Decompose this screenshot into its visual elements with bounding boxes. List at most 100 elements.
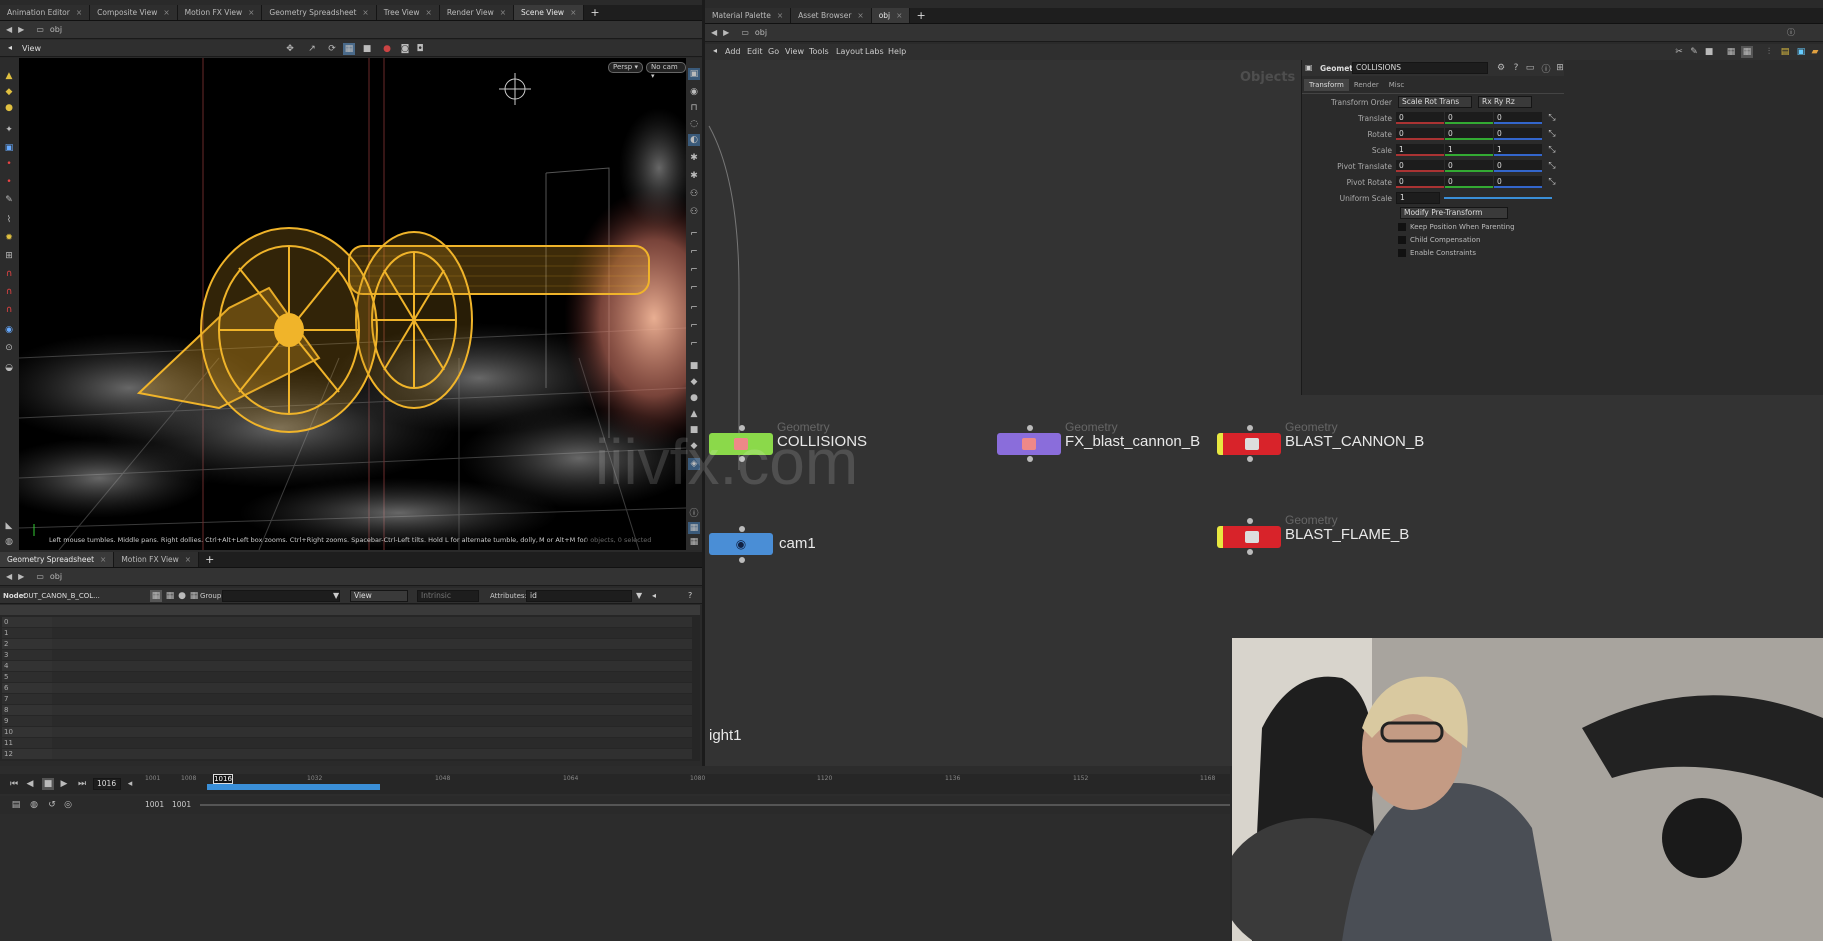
node-blast-flame-b[interactable]: Geometry BLAST_FLAME_B (1217, 513, 1437, 563)
close-icon[interactable]: × (163, 8, 169, 17)
shape-icon[interactable]: ● (688, 392, 700, 404)
menu-layout[interactable]: Layout (836, 47, 863, 56)
shape-icon[interactable]: ▲ (688, 408, 700, 420)
eye-icon[interactable]: ◉ (688, 86, 700, 98)
node-output[interactable] (1247, 456, 1253, 462)
close-icon[interactable]: × (896, 11, 902, 20)
menu-add[interactable]: Add (725, 47, 741, 56)
transform-tool-icon[interactable]: ↗ (306, 43, 318, 55)
help-icon[interactable]: ? (1510, 62, 1522, 74)
tab-render-view[interactable]: Render View × (439, 5, 515, 20)
tool-icon[interactable]: ⌐ (688, 338, 700, 350)
pivot-rotate-y-field[interactable]: 0 (1445, 176, 1493, 188)
table-row-index[interactable]: 8 (2, 705, 52, 715)
gear-icon[interactable]: ⚙ (1495, 62, 1507, 74)
camera-menu[interactable]: No cam ▾ (646, 62, 686, 80)
info-icon[interactable]: ⓘ (688, 506, 700, 519)
close-icon[interactable]: × (570, 8, 576, 17)
tab-composite-view[interactable]: Composite View × (90, 5, 178, 20)
shape-icon[interactable]: ◆ (688, 376, 700, 388)
snap-icon[interactable]: ⊞ (3, 250, 15, 262)
scene-viewport[interactable]: Persp ▾ No cam ▾ Left mouse tumbles. Mid… (19, 58, 686, 550)
rotate-z-field[interactable]: 0 (1494, 128, 1542, 140)
pin-red-icon[interactable]: • (3, 176, 15, 188)
table-row[interactable] (52, 628, 692, 638)
tab-scene-view[interactable]: Scene View × (514, 5, 585, 20)
transform-order-dropdown[interactable]: Scale Rot Trans (1398, 96, 1472, 108)
layout-icon[interactable]: ▦ (1741, 46, 1753, 58)
table-row-index[interactable]: 3 (2, 650, 52, 660)
rotate-icon[interactable]: ● (3, 102, 15, 114)
tab-motion-fx-view[interactable]: Motion FX View × (177, 5, 263, 20)
notes-icon[interactable]: ■ (1703, 46, 1715, 58)
keys-icon[interactable]: ▤ (10, 799, 22, 811)
prim-icon[interactable]: ● (176, 590, 188, 602)
sphere-icon[interactable]: ◉ (3, 324, 15, 336)
tab-tree-view[interactable]: Tree View × (376, 5, 440, 20)
close-icon[interactable]: × (426, 8, 432, 17)
close-icon[interactable]: × (185, 555, 191, 564)
node-output[interactable] (1247, 549, 1253, 555)
tool-icon[interactable]: ⌇ (3, 214, 15, 226)
grid-icon[interactable]: ⊙ (3, 342, 15, 354)
ghost-icon[interactable]: ◌ (688, 118, 700, 130)
node-icon[interactable]: ⚇ (688, 206, 700, 218)
node-output[interactable] (1027, 456, 1033, 462)
table-row[interactable] (52, 716, 692, 726)
stop-icon[interactable]: ■ (42, 778, 54, 790)
tab-transform[interactable]: Transform (1304, 79, 1349, 91)
pivot-rotate-x-field[interactable]: 0 (1396, 176, 1444, 188)
move-icon[interactable]: ◆ (3, 86, 15, 98)
node-body[interactable] (997, 433, 1061, 455)
node-cam1[interactable]: ◉ cam1 (709, 525, 859, 569)
table-row[interactable] (52, 705, 692, 715)
table-row[interactable] (52, 672, 692, 682)
jump-end-icon[interactable]: ⏭ (76, 778, 88, 790)
table-row[interactable] (52, 727, 692, 737)
translate-z-field[interactable]: 0 (1494, 112, 1542, 124)
node-input[interactable] (1247, 425, 1253, 431)
tab-asset-browser[interactable]: Asset Browser × (791, 8, 872, 23)
frame-field[interactable]: 1016 (93, 778, 121, 790)
node-light1-label[interactable]: ight1 (709, 727, 742, 744)
info-icon[interactable]: ⓘ (1787, 27, 1795, 38)
expand-icon[interactable]: ⊞ (1554, 62, 1566, 74)
back-arrow-icon[interactable]: ◀ (711, 28, 717, 37)
tool-icon[interactable]: ⌐ (688, 302, 700, 314)
tool-icon[interactable]: ✎ (3, 194, 15, 206)
grid-toggle-icon[interactable]: ▦ (688, 522, 700, 534)
tab-motion-fx-view[interactable]: Motion FX View × (114, 552, 200, 567)
step-back-icon[interactable]: ◂ (124, 778, 136, 790)
pin-icon[interactable]: ◂ (652, 591, 656, 600)
table-row[interactable] (52, 639, 692, 649)
tool-icon[interactable]: ⌐ (688, 246, 700, 258)
keep-position-checkbox[interactable] (1398, 223, 1406, 231)
vertex-icon[interactable]: ▦ (164, 590, 176, 602)
back-arrow-icon[interactable]: ◀ (6, 572, 12, 581)
close-icon[interactable]: × (248, 8, 254, 17)
translate-x-field[interactable]: 0 (1396, 112, 1444, 124)
node-name[interactable]: FX_blast_cannon_B (1065, 433, 1200, 450)
menu-go[interactable]: Go (768, 47, 779, 56)
close-icon[interactable]: × (500, 8, 506, 17)
table-row-index[interactable]: 2 (2, 639, 52, 649)
uniform-scale-field[interactable]: 1 (1396, 192, 1440, 204)
magnet-icon[interactable]: ∩ (3, 304, 15, 316)
tab-geometry-spreadsheet[interactable]: Geometry Spreadsheet × (0, 552, 115, 567)
realtime-icon[interactable]: ◎ (62, 799, 74, 811)
key-icon[interactable]: ⤡ (1546, 144, 1558, 156)
child-compensation-checkbox[interactable] (1398, 236, 1406, 244)
play-icon[interactable]: ▶ (58, 778, 70, 790)
rotate-y-field[interactable]: 0 (1445, 128, 1493, 140)
tool-icon[interactable]: ⌐ (688, 228, 700, 240)
network-home-icon[interactable]: ◂ (713, 46, 717, 55)
node-name[interactable]: cam1 (779, 535, 816, 552)
tab-obj[interactable]: obj × (871, 8, 911, 23)
add-tab-icon[interactable]: + (199, 553, 220, 566)
jump-start-icon[interactable]: ⏮ (8, 778, 20, 790)
node-blast-cannon-b[interactable]: Geometry BLAST_CANNON_B (1217, 420, 1437, 470)
tool-icon[interactable]: ⌐ (688, 282, 700, 294)
menu-labs[interactable]: Labs (865, 47, 884, 56)
select-icon[interactable]: ▲ (3, 70, 15, 82)
rotate-x-field[interactable]: 0 (1396, 128, 1444, 140)
